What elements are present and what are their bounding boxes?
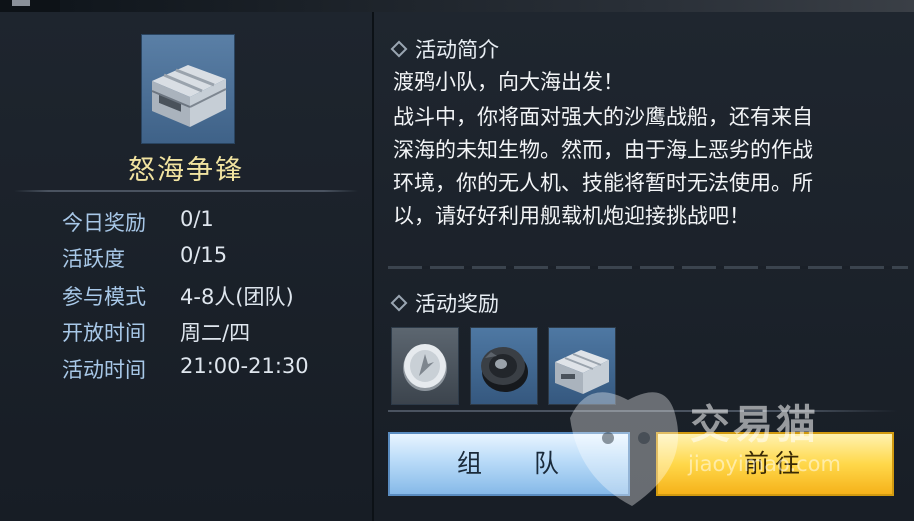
description-line: 深海的未知生物。然而，由于海上恶劣的作战 <box>393 138 813 162</box>
info-value: 周二/四 <box>180 321 251 345</box>
info-value: 0/15 <box>180 243 228 267</box>
description-title: 活动简介 <box>415 38 499 62</box>
info-value: 4-8人(团队) <box>180 285 294 309</box>
activity-crate-icon <box>141 34 235 144</box>
top-bar-handle <box>12 0 30 6</box>
watermark-url: jiaoyimao.com <box>688 452 841 476</box>
top-bar-fade <box>60 0 914 12</box>
left-divider <box>14 190 358 192</box>
info-label: 开放时间 <box>62 321 146 345</box>
watermark-text: 交易猫 <box>690 402 819 448</box>
silver-coin-icon <box>403 344 447 391</box>
description-line: 渡鸦小队，向大海出发！ <box>393 70 624 94</box>
reward-item-silver-coin[interactable] <box>391 327 459 405</box>
diamond-bullet-icon <box>390 40 408 58</box>
info-label: 参与模式 <box>62 285 146 309</box>
info-label: 活跃度 <box>62 247 125 271</box>
description-line: 环境，你的无人机、技能将暂时无法使用。所 <box>393 171 813 195</box>
description-line: 以，请好好利用舰载机炮迎接挑战吧！ <box>393 204 750 228</box>
description-line: 战斗中，你将面对强大的沙鹰战船，还有来自 <box>393 105 813 129</box>
rewards-heading: 活动奖励 <box>390 288 499 318</box>
activity-title: 怒海争锋 <box>128 155 244 186</box>
top-bar <box>0 0 914 12</box>
info-label: 今日奖励 <box>62 211 146 235</box>
gear-part-icon <box>481 347 528 392</box>
info-value: 0/1 <box>180 207 214 231</box>
crate-icon <box>151 65 227 127</box>
team-button[interactable]: 组 队 <box>388 432 630 496</box>
reward-item-supply-crate[interactable] <box>548 327 616 405</box>
section-divider <box>388 266 908 269</box>
diamond-bullet-icon <box>390 294 408 312</box>
info-value: 21:00-21:30 <box>180 354 309 378</box>
supply-crate-icon <box>555 350 609 394</box>
reward-item-gear-part[interactable] <box>470 327 538 405</box>
buttons-divider <box>388 410 898 412</box>
info-label: 活动时间 <box>62 358 146 382</box>
description-heading: 活动简介 <box>390 34 499 64</box>
rewards-title: 活动奖励 <box>415 292 499 316</box>
